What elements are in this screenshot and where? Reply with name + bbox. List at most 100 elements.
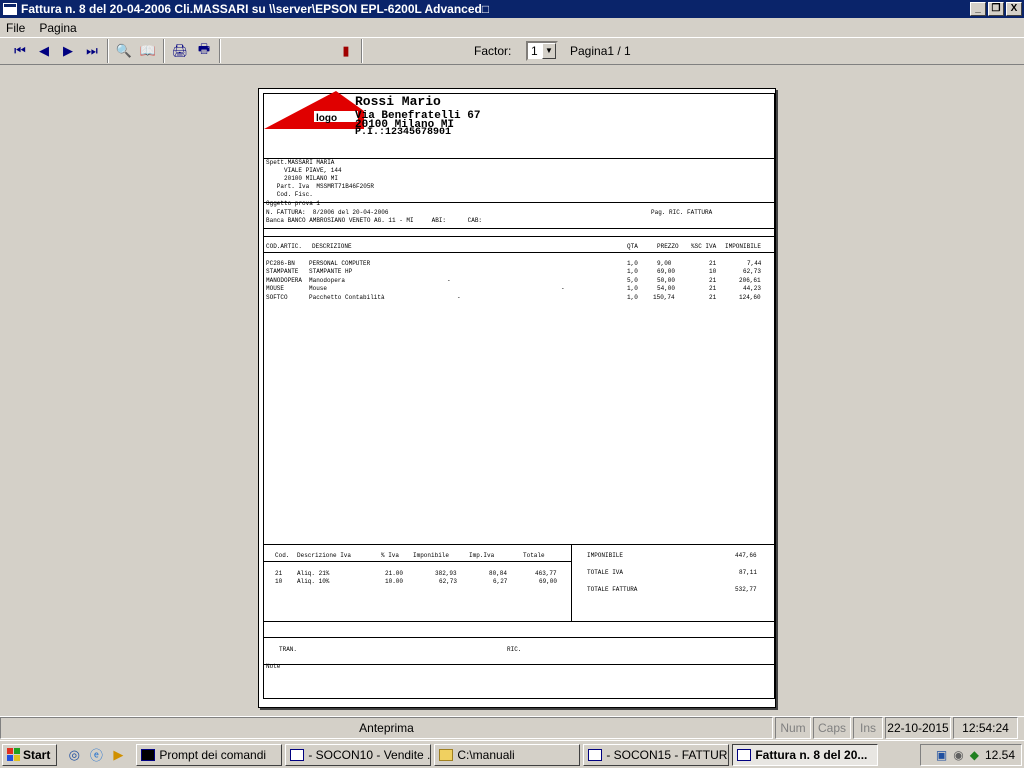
menu-file[interactable]: File: [6, 21, 25, 35]
close-button[interactable]: X: [1006, 2, 1022, 16]
total-value: 532,77: [735, 586, 757, 593]
task-socon15[interactable]: - SOCON15 - FATTUR...: [583, 743, 730, 766]
vat-header-tot: Totale: [523, 552, 545, 559]
total-label: TOTALE FATTURA: [587, 586, 638, 593]
factor-label: Factor:: [474, 44, 512, 58]
customer-box: [263, 158, 775, 203]
toolbar-separator: [219, 39, 221, 63]
header-desc: DESCRIZIONE: [312, 243, 352, 250]
customer-line: Part. Iva MSSMRT71B46F205R: [266, 183, 375, 190]
door-exit-icon: ▮: [342, 43, 350, 58]
toolbar-separator: [361, 39, 363, 63]
row-iva: 10: [709, 268, 717, 275]
status-bar: Anteprima Num Caps Ins 22-10-2015 12:54:…: [0, 716, 1024, 740]
next-page-button[interactable]: ▶: [56, 40, 80, 62]
chevron-down-icon[interactable]: ▼: [542, 43, 556, 59]
exit-button[interactable]: ▮: [334, 40, 358, 62]
total-label: IMPONIBILE: [587, 552, 624, 559]
vat-header-impiva: Imp.Iva: [469, 552, 495, 559]
volume-icon[interactable]: ◉: [953, 748, 963, 762]
row-qta: 1,0: [627, 294, 638, 301]
last-page-button[interactable]: ⏭: [80, 40, 104, 62]
status-mode: Anteprima: [0, 717, 773, 739]
tran-label: TRAN.: [279, 646, 298, 653]
printer-setup-icon: 🖶: [197, 41, 211, 56]
system-tray: ▣ ◉ ◆ 12.54: [920, 744, 1022, 766]
quicklaunch-explorer-icon[interactable]: ◎: [63, 747, 85, 763]
subject-line: Oggetto prova 1: [266, 200, 321, 207]
company-logo: logo: [264, 91, 364, 129]
invoice-number-line: N. FATTURA: 8/2006 del 20-04-2006: [266, 209, 389, 216]
network-icon[interactable]: ▣: [936, 748, 947, 762]
task-fattura[interactable]: Fattura n. 8 del 20...: [732, 743, 879, 766]
bank-line: Banca BANCO AMBROSIANO VENETO AG. 11 - M…: [266, 217, 483, 224]
vat-row-imp: 62,73: [439, 578, 458, 585]
previous-page-button[interactable]: ◀: [32, 40, 56, 62]
total-label: TOTALE IVA: [587, 569, 624, 576]
task-label: Prompt dei comandi: [159, 747, 267, 762]
menu-pagina[interactable]: Pagina: [39, 21, 76, 35]
row-qta: 5,0: [627, 277, 638, 284]
row-imponibile: 62,73: [743, 268, 762, 275]
note-label: Note: [266, 663, 281, 670]
clock[interactable]: 12.54: [985, 748, 1015, 762]
status-time: 12:54:24: [953, 717, 1018, 739]
magnifier-icon: 🔍: [115, 43, 133, 58]
zoom-button[interactable]: 🔍: [112, 40, 136, 62]
task-command-prompt[interactable]: Prompt dei comandi: [136, 743, 283, 766]
transport-spacer-box: [263, 621, 775, 638]
row-desc: PERSONAL COMPUTER: [309, 260, 371, 267]
header-qta: QTA: [627, 243, 638, 250]
header-imponibile: IMPONIBILE: [725, 243, 762, 250]
arrow-right-icon: ▶: [63, 43, 73, 58]
security-icon[interactable]: ◆: [970, 748, 979, 762]
maximize-button[interactable]: ❐: [988, 2, 1004, 16]
page-info: Pagina1 / 1: [570, 44, 631, 58]
cmd-icon: [141, 748, 156, 761]
row-iva: 21: [709, 260, 717, 267]
printer-icon: 🖨: [171, 43, 189, 58]
vat-row-imp: 382,93: [435, 570, 457, 577]
row-prezzo: 69,00: [657, 268, 676, 275]
quicklaunch-media-icon[interactable]: ▶: [107, 747, 129, 763]
first-page-icon: ⏮: [14, 43, 26, 58]
window-titlebar[interactable]: Fattura n. 8 del 20-04-2006 Cli.MASSARI …: [0, 0, 1024, 18]
minimize-button[interactable]: _: [970, 2, 986, 16]
company-name: Rossi Mario: [355, 94, 441, 109]
setup-button[interactable]: 🖶: [192, 40, 216, 62]
quicklaunch-ie-icon[interactable]: ⓔ: [85, 745, 107, 764]
row-prezzo: 9,00: [657, 260, 672, 267]
print-button[interactable]: 🖨: [168, 40, 192, 62]
two-pages-button[interactable]: 📖: [136, 40, 160, 62]
row-qta: 1,0: [627, 260, 638, 267]
logo-text: logo: [316, 113, 337, 124]
first-page-button[interactable]: ⏮: [8, 40, 32, 62]
row-imponibile: 44,23: [743, 285, 762, 292]
vat-row-cod: 10: [275, 578, 283, 585]
window-app-icon[interactable]: [3, 3, 17, 15]
last-page-icon: ⏭: [86, 43, 98, 58]
row-cod: SOFTCO: [266, 294, 288, 301]
items-header-divider: [263, 252, 775, 253]
header-sc-iva: %SC IVA: [691, 243, 717, 250]
start-button[interactable]: Start: [2, 743, 58, 766]
dash-mark: -: [457, 294, 461, 301]
customer-line: Cod. Fisc.: [266, 191, 313, 198]
menu-bar: File Pagina: [0, 18, 1024, 37]
folder-icon: [439, 748, 454, 761]
notes-box: [263, 664, 775, 699]
book-icon: 📖: [139, 43, 157, 58]
dash-mark: -: [447, 277, 451, 284]
toolbar-separator: [107, 39, 109, 63]
status-date: 22-10-2015: [885, 717, 951, 739]
task-socon10[interactable]: - SOCON10 - Vendite ...: [285, 743, 432, 766]
vat-header-divider: [263, 561, 572, 562]
toolbar: ⏮ ◀ ▶ ⏭ 🔍 📖 🖨 🖶 ▮: [0, 37, 1024, 65]
row-iva: 21: [709, 277, 717, 284]
window-title: Fattura n. 8 del 20-04-2006 Cli.MASSARI …: [21, 2, 490, 16]
task-manuali[interactable]: C:\manuali: [434, 743, 581, 766]
row-prezzo: 150,74: [653, 294, 675, 301]
row-qta: 1,0: [627, 285, 638, 292]
factor-select[interactable]: 1 ▼: [526, 41, 558, 61]
payment-label: Pag. RIC. FATTURA: [651, 209, 713, 216]
